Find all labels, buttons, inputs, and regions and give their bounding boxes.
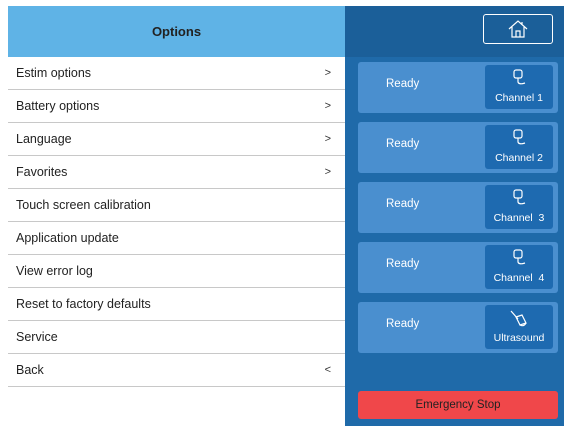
home-icon <box>508 20 528 38</box>
channel-card-1[interactable]: Ready Channel 1 <box>358 62 558 113</box>
menu-item-service[interactable]: Service <box>8 321 345 354</box>
menu-item-application-update[interactable]: Application update <box>8 222 345 255</box>
menu-item-label: Battery options <box>16 99 100 113</box>
channel-panel-header <box>345 6 564 57</box>
menu-item-label: Service <box>16 330 58 344</box>
chevron-right-icon: > <box>324 67 331 79</box>
menu-item-reset-factory-defaults[interactable]: Reset to factory defaults <box>8 288 345 321</box>
menu-item-label: Estim options <box>16 66 92 80</box>
channel-card-3[interactable]: Ready Channel 3 <box>358 182 558 233</box>
channel-button-3[interactable]: Channel 3 <box>485 185 553 229</box>
channel-button-1[interactable]: Channel 1 <box>485 65 553 109</box>
chevron-right-icon: > <box>324 133 331 145</box>
menu-item-label: Favorites <box>16 165 68 179</box>
channel-label: Ultrasound <box>493 332 545 344</box>
electrode-icon <box>513 69 526 85</box>
options-menu: Estim options > Battery options > Langua… <box>8 57 345 387</box>
menu-item-label: Back <box>16 363 44 377</box>
emergency-stop-button[interactable]: Emergency Stop <box>358 391 558 419</box>
ultrasound-button[interactable]: Ultrasound <box>485 305 553 349</box>
options-panel: Options Estim options > Battery options … <box>8 6 345 426</box>
menu-item-favorites[interactable]: Favorites > <box>8 156 345 189</box>
ultrasound-probe-icon <box>510 310 527 327</box>
menu-item-label: Touch screen calibration <box>16 198 151 212</box>
page-title: Options <box>151 24 202 39</box>
channel-label: Channel 4 <box>493 272 545 284</box>
channel-status: Ready <box>386 258 420 270</box>
home-button[interactable] <box>483 14 553 44</box>
emergency-stop-label: Emergency Stop <box>415 399 501 411</box>
channel-panel: Ready Channel 1 Ready Channel 2 Ready Ch… <box>345 6 564 426</box>
options-header: Options <box>8 6 345 57</box>
channel-label: Channel 1 <box>495 92 543 104</box>
menu-item-label: Reset to factory defaults <box>16 297 151 311</box>
menu-item-battery-options[interactable]: Battery options > <box>8 90 345 123</box>
menu-item-label: Language <box>16 132 72 146</box>
chevron-left-icon: < <box>324 364 331 376</box>
channel-card-4[interactable]: Ready Channel 4 <box>358 242 558 293</box>
electrode-icon <box>513 129 526 145</box>
chevron-right-icon: > <box>324 166 331 178</box>
channel-button-2[interactable]: Channel 2 <box>485 125 553 169</box>
channel-status: Ready <box>386 318 420 330</box>
channel-status: Ready <box>386 138 420 150</box>
menu-item-estim-options[interactable]: Estim options > <box>8 57 345 90</box>
menu-item-label: View error log <box>16 264 93 278</box>
channel-card-2[interactable]: Ready Channel 2 <box>358 122 558 173</box>
electrode-icon <box>513 189 526 205</box>
menu-item-label: Application update <box>16 231 119 245</box>
menu-item-view-error-log[interactable]: View error log <box>8 255 345 288</box>
menu-item-back[interactable]: Back < <box>8 354 345 387</box>
channel-button-4[interactable]: Channel 4 <box>485 245 553 289</box>
channel-label: Channel 3 <box>493 212 545 224</box>
menu-item-touch-screen-calibration[interactable]: Touch screen calibration <box>8 189 345 222</box>
electrode-icon <box>513 249 526 265</box>
channel-label: Channel 2 <box>495 152 543 164</box>
menu-item-language[interactable]: Language > <box>8 123 345 156</box>
chevron-right-icon: > <box>324 100 331 112</box>
channel-card-ultrasound[interactable]: Ready Ultrasound <box>358 302 558 353</box>
channel-status: Ready <box>386 198 420 210</box>
channel-status: Ready <box>386 78 420 90</box>
